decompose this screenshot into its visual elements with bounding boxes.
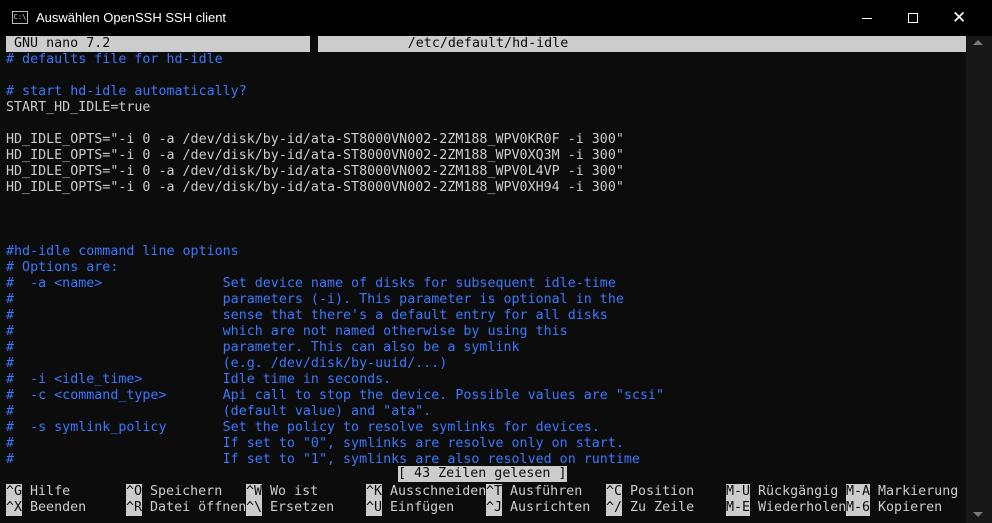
editor-line[interactable]: # -a <name> Set device name of disks for… <box>6 276 616 292</box>
header-gap <box>310 36 318 52</box>
shortcut-label: Rückgängig <box>758 484 839 499</box>
shortcut-label: Einfügen <box>390 500 455 515</box>
close-button[interactable]: ✕ <box>938 0 984 36</box>
shortcut-key: ^T <box>486 484 503 500</box>
shortcut-label: Wo ist <box>270 484 319 499</box>
shortcut-key: ^O <box>126 484 143 500</box>
editor-line[interactable]: # If set to "0", symlinks are resolve on… <box>6 436 624 452</box>
editor-line[interactable]: START_HD_IDLE=true <box>6 100 150 116</box>
editor-line[interactable]: # (e.g. /dev/disk/by-uuid/...) <box>6 356 447 372</box>
shortcut-key: ^G <box>6 484 23 500</box>
shortcut-label: Beenden <box>30 500 87 515</box>
editor-line[interactable]: # -s symlink_policy Set the policy to re… <box>6 420 600 436</box>
maximize-icon <box>908 13 918 23</box>
editor-line[interactable]: # parameter. This can also be a symlink <box>6 340 520 356</box>
editor-line[interactable]: HD_IDLE_OPTS="-i 0 -a /dev/disk/by-id/at… <box>6 180 624 196</box>
shortcut-label: Ausschneiden <box>390 484 487 499</box>
shortcut-row-1: ^G Hilfe ^O Speichern ^W Wo ist ^K Ausschneiden… <box>6 484 966 500</box>
shortcut-label: Ausrichten <box>510 500 591 515</box>
shortcut-key: ^C <box>606 484 623 500</box>
shortcut-key: ^R <box>126 500 143 516</box>
shortcut-key: ^J <box>486 500 503 516</box>
editor-line[interactable]: # parameters (-i). This parameter is opt… <box>6 292 624 308</box>
editor-line[interactable]: # defaults file for hd-idle <box>6 52 223 68</box>
editor-line[interactable]: HD_IDLE_OPTS="-i 0 -a /dev/disk/by-id/at… <box>6 132 624 148</box>
shortcut-key: M-A <box>846 484 871 500</box>
window-titlebar[interactable]: C:\ Auswählen OpenSSH SSH client ✕ <box>0 0 992 36</box>
nano-header-bar: GNU nano 7.2 /etc/default/hd-idle <box>6 36 966 52</box>
nano-version: GNU nano 7.2 <box>14 36 111 51</box>
shortcut-key: ^W <box>246 484 263 500</box>
editor-line[interactable]: # sense that there's a default entry for… <box>6 308 608 324</box>
shortcut-label: Ausführen <box>510 484 583 499</box>
editor-line[interactable]: HD_IDLE_OPTS="-i 0 -a /dev/disk/by-id/at… <box>6 164 624 180</box>
editor-line[interactable]: #hd-idle command line options <box>6 244 239 260</box>
editor-line[interactable]: # which are not named otherwise by using… <box>6 324 568 340</box>
shortcut-key: ^X <box>6 500 23 516</box>
shortcut-label: Wiederholen <box>758 500 847 515</box>
terminal-area[interactable]: GNU nano 7.2 /etc/default/hd-idle # defa… <box>6 36 966 516</box>
window-title: Auswählen OpenSSH SSH client <box>36 10 227 25</box>
scroll-up-arrow-icon[interactable] <box>973 40 983 45</box>
editor-line[interactable]: # start hd-idle automatically? <box>6 84 247 100</box>
scrollbar[interactable] <box>966 36 992 523</box>
shortcut-key: M-E <box>726 500 751 516</box>
shortcut-key: M-6 <box>846 500 871 516</box>
shortcut-label: Ersetzen <box>270 500 335 515</box>
shortcut-key: ^U <box>366 500 383 516</box>
shortcut-key: M-U <box>726 484 751 500</box>
shortcut-key: ^/ <box>606 500 623 516</box>
shortcut-label: Kopieren <box>878 500 943 515</box>
shortcut-label: Hilfe <box>30 484 71 499</box>
shortcut-label: Zu Zeile <box>630 500 695 515</box>
shortcut-label: Speichern <box>150 484 223 499</box>
editor-line[interactable]: # -i <idle_time> Idle time in seconds. <box>6 372 391 388</box>
shortcut-key: ^\ <box>246 500 263 516</box>
status-message: [ 43 Zeilen gelesen ] <box>398 466 567 482</box>
editor-line[interactable]: # (default value) and "ata". <box>6 404 431 420</box>
minimize-icon <box>862 18 872 19</box>
maximize-button[interactable] <box>890 0 936 36</box>
scroll-down-arrow-icon[interactable] <box>973 512 983 517</box>
minimize-button[interactable] <box>844 0 890 36</box>
editor-line[interactable]: # Options are: <box>6 260 118 276</box>
nano-filename: /etc/default/hd-idle <box>407 36 569 51</box>
shortcut-label: Markierung <box>878 484 959 499</box>
shortcut-label: Datei öffnen <box>150 500 247 515</box>
shortcut-row-2: ^X Beenden ^R Datei öffnen ^\ Ersetzen ^U Einfü… <box>6 500 966 516</box>
close-icon: ✕ <box>952 8 967 28</box>
shortcut-key: ^K <box>366 484 383 500</box>
terminal-app-icon[interactable]: C:\ <box>12 11 28 24</box>
editor-line[interactable]: # -c <command_type> Api call to stop the… <box>6 388 664 404</box>
shortcut-label: Position <box>630 484 695 499</box>
editor-line[interactable]: HD_IDLE_OPTS="-i 0 -a /dev/disk/by-id/at… <box>6 148 624 164</box>
